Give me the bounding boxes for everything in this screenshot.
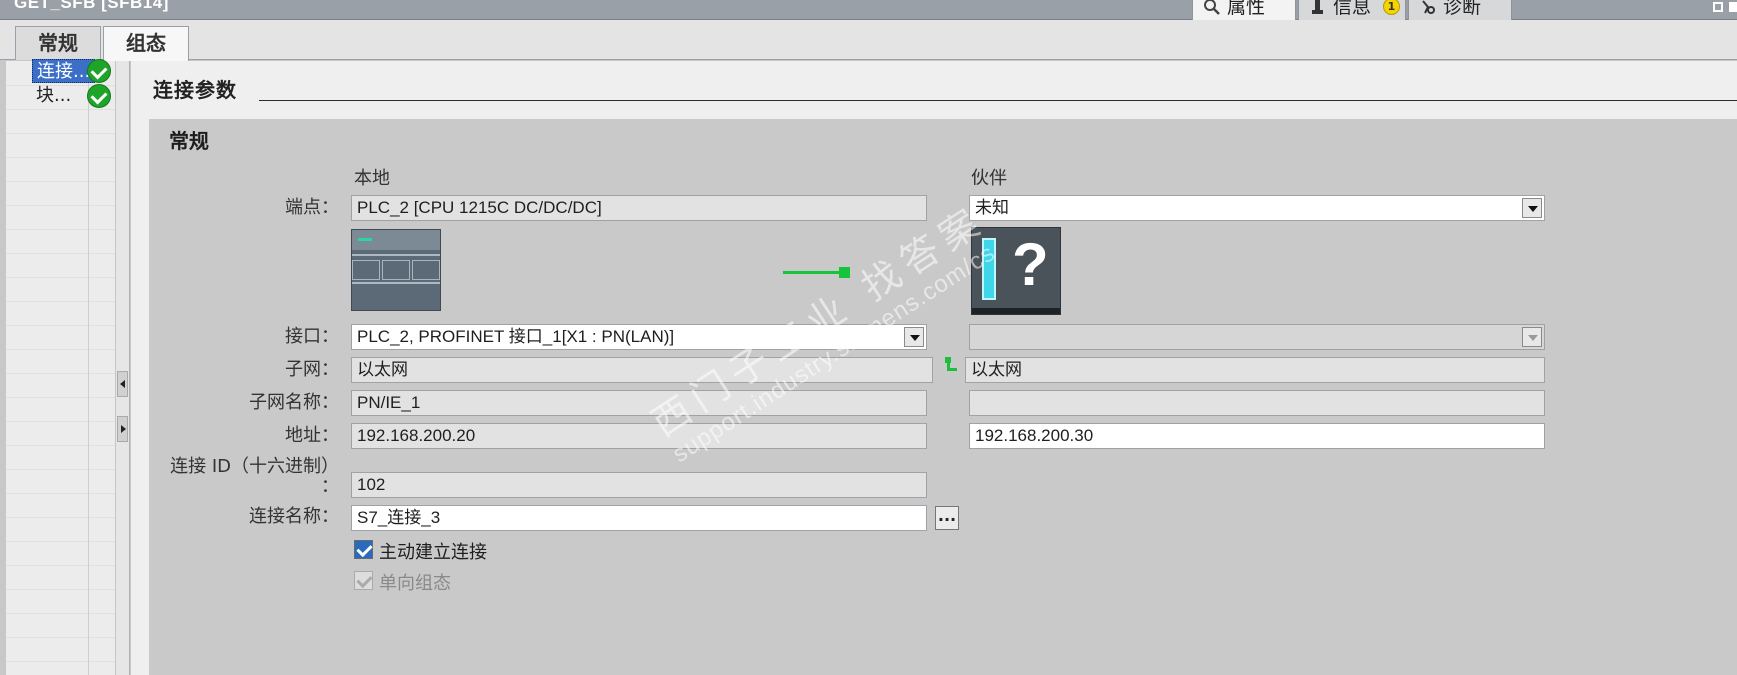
tab-general[interactable]: 常规 bbox=[15, 26, 101, 60]
connection-id-label-colon: ： bbox=[321, 476, 339, 497]
tab-info[interactable]: 信息 1 bbox=[1298, 0, 1406, 21]
one-way-checkbox bbox=[354, 571, 373, 590]
local-column-header: 本地 bbox=[354, 168, 390, 189]
partner-address-input[interactable]: 192.168.200.30 bbox=[969, 423, 1545, 449]
tab-diagnostics-label: 诊断 bbox=[1443, 0, 1482, 18]
partner-interface-select bbox=[969, 324, 1545, 350]
endpoint-label: 端点： bbox=[285, 197, 339, 218]
subnet-name-label: 子网名称： bbox=[249, 392, 339, 413]
active-connection-label: 主动建立连接 bbox=[379, 542, 487, 563]
partner-subnet-name-field bbox=[969, 390, 1545, 416]
address-label: 地址： bbox=[285, 425, 339, 446]
properties-window: GET_SFB [SFB14] 属性 信息 1 诊断 常规 组态 连接... 块… bbox=[0, 0, 1737, 675]
local-address-field: 192.168.200.20 bbox=[351, 423, 927, 449]
local-subnet-name-field: PN/IE_1 bbox=[351, 390, 927, 416]
one-way-label: 单向组态 bbox=[379, 573, 451, 594]
section-divider bbox=[259, 100, 1737, 101]
nav-item-block[interactable]: 块... bbox=[32, 84, 75, 108]
browse-button[interactable]: ... bbox=[935, 506, 959, 530]
local-interface-select[interactable]: PLC_2, PROFINET 接口_1[X1 : PN(LAN)] bbox=[351, 324, 927, 350]
general-group: 常规 本地 伙伴 端点： PLC_2 [CPU 1215C DC/DC/DC] … bbox=[149, 119, 1737, 675]
section-navigation: 连接... 块... bbox=[6, 59, 130, 675]
connection-endpoint-icon bbox=[839, 267, 850, 278]
local-endpoint-field: PLC_2 [CPU 1215C DC/DC/DC] bbox=[351, 195, 927, 221]
chevron-down-icon bbox=[1522, 327, 1542, 347]
subnet-link-icon bbox=[945, 357, 957, 371]
tab-info-label: 信息 bbox=[1333, 0, 1372, 18]
window-maximize-icon[interactable] bbox=[1707, 0, 1737, 20]
connection-line bbox=[783, 271, 845, 274]
info-icon bbox=[1312, 0, 1323, 14]
title-bar: GET_SFB [SFB14] 属性 信息 1 诊断 bbox=[0, 0, 1737, 21]
info-count-badge: 1 bbox=[1383, 0, 1400, 15]
subnet-label: 子网： bbox=[285, 359, 339, 380]
tab-properties[interactable]: 属性 bbox=[1192, 0, 1296, 21]
local-interface-value: PLC_2, PROFINET 接口_1[X1 : PN(LAN)] bbox=[357, 327, 675, 346]
local-subnet-field: 以太网 bbox=[351, 357, 933, 383]
active-connection-checkbox[interactable] bbox=[354, 540, 373, 559]
tab-properties-label: 属性 bbox=[1227, 0, 1266, 18]
chevron-down-icon[interactable] bbox=[904, 327, 924, 347]
ok-check-icon bbox=[87, 59, 111, 83]
partner-endpoint-value: 未知 bbox=[975, 198, 1009, 217]
partner-column-header: 伙伴 bbox=[971, 168, 1007, 189]
nav-item-connection[interactable]: 连接... bbox=[32, 59, 96, 83]
unknown-device-image: ? bbox=[971, 227, 1061, 315]
nav-collapse-bar[interactable] bbox=[115, 61, 129, 675]
connection-id-field: 102 bbox=[351, 472, 927, 498]
group-title: 常规 bbox=[169, 129, 209, 153]
connection-name-input[interactable]: S7_连接_3 bbox=[351, 505, 927, 531]
connection-name-label: 连接名称： bbox=[249, 506, 339, 527]
plc-device-image bbox=[351, 229, 441, 311]
tab-diagnostics[interactable]: 诊断 bbox=[1408, 0, 1512, 21]
tab-configuration[interactable]: 组态 bbox=[103, 26, 189, 61]
magnifier-icon bbox=[1204, 0, 1220, 15]
chevron-down-icon[interactable] bbox=[1522, 198, 1542, 218]
interface-label: 接口： bbox=[285, 326, 339, 347]
collapse-left-icon[interactable] bbox=[117, 371, 128, 397]
ok-check-icon bbox=[87, 84, 111, 108]
partner-endpoint-select[interactable]: 未知 bbox=[969, 195, 1545, 221]
partner-subnet-field: 以太网 bbox=[965, 357, 1545, 383]
section-title: 连接参数 bbox=[153, 78, 237, 102]
window-title: GET_SFB [SFB14] bbox=[14, 0, 169, 12]
diagnostics-icon bbox=[1422, 0, 1435, 14]
content-area: 连接参数 常规 本地 伙伴 端点： PLC_2 [CPU 1215C DC/DC… bbox=[131, 61, 1737, 675]
tab-bar: 常规 组态 bbox=[0, 20, 1737, 61]
expand-right-icon[interactable] bbox=[117, 416, 128, 442]
